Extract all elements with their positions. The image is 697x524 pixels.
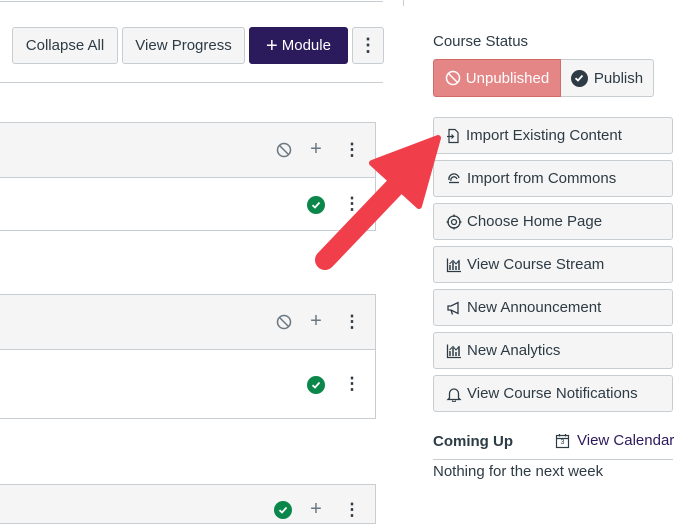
analytics-chart-icon [446, 344, 461, 358]
button-label: Choose Home Page [467, 213, 603, 230]
new-analytics-button[interactable]: New Analytics [433, 332, 673, 369]
course-status-heading: Course Status [433, 33, 529, 50]
button-label: New Analytics [467, 342, 561, 359]
publish-button[interactable]: Publish [561, 59, 654, 97]
choose-home-page-button[interactable]: Choose Home Page [433, 203, 673, 240]
view-calendar-link[interactable]: 3 View Calendar [555, 432, 674, 449]
add-module-label: Module [281, 37, 331, 54]
unpublished-button[interactable]: Unpublished [433, 59, 561, 97]
view-calendar-label: View Calendar [577, 432, 675, 449]
bell-icon [446, 387, 462, 402]
button-label: Import from Commons [467, 170, 617, 187]
item-kebab-icon[interactable]: ⋮ [344, 373, 361, 395]
coming-up-empty-text: Nothing for the next week [433, 463, 604, 480]
annotation-arrow [315, 135, 441, 270]
megaphone-icon [447, 300, 459, 315]
coming-up-divider [433, 459, 673, 460]
column-divider [403, 0, 404, 6]
plus-icon: + [266, 34, 278, 57]
button-label: New Announcement [467, 299, 602, 316]
button-label: View Course Notifications [467, 385, 638, 402]
view-course-notifications-button[interactable]: View Course Notifications [433, 375, 673, 412]
top-divider [0, 1, 383, 2]
unpublished-label: Unpublished [465, 69, 550, 87]
collapse-all-label: Collapse All [25, 37, 105, 54]
module-kebab-icon[interactable]: ⋮ [344, 311, 361, 333]
publish-label: Publish [593, 69, 644, 87]
button-label: View Course Stream [467, 256, 605, 273]
collapse-all-button[interactable]: Collapse All [12, 27, 118, 64]
published-check-icon[interactable] [274, 501, 292, 519]
view-progress-button[interactable]: View Progress [122, 27, 245, 64]
calendar-day: 3 [560, 438, 565, 446]
published-check-icon[interactable] [307, 376, 325, 394]
coming-up-heading: Coming Up [433, 433, 513, 450]
add-item-icon[interactable]: + [306, 498, 326, 520]
toolbar-more-button[interactable]: ⋮ [352, 27, 384, 64]
toolbar-divider [0, 82, 383, 83]
add-item-icon[interactable]: + [306, 310, 326, 332]
add-module-button[interactable]: + Module [249, 27, 348, 64]
view-progress-label: View Progress [135, 37, 232, 54]
button-label: Import Existing Content [466, 127, 622, 144]
unpublished-status-icon [445, 70, 461, 86]
new-announcement-button[interactable]: New Announcement [433, 289, 673, 326]
calendar-icon: 3 [555, 433, 570, 449]
unpublished-icon[interactable] [275, 313, 293, 331]
import-existing-content-button[interactable]: Import Existing Content [433, 117, 673, 154]
unpublished-icon[interactable] [275, 141, 293, 159]
view-course-stream-button[interactable]: View Course Stream [433, 246, 673, 283]
import-from-commons-button[interactable]: Import from Commons [433, 160, 673, 197]
check-circle-icon [570, 69, 588, 87]
kebab-icon: ⋮ [359, 35, 377, 55]
